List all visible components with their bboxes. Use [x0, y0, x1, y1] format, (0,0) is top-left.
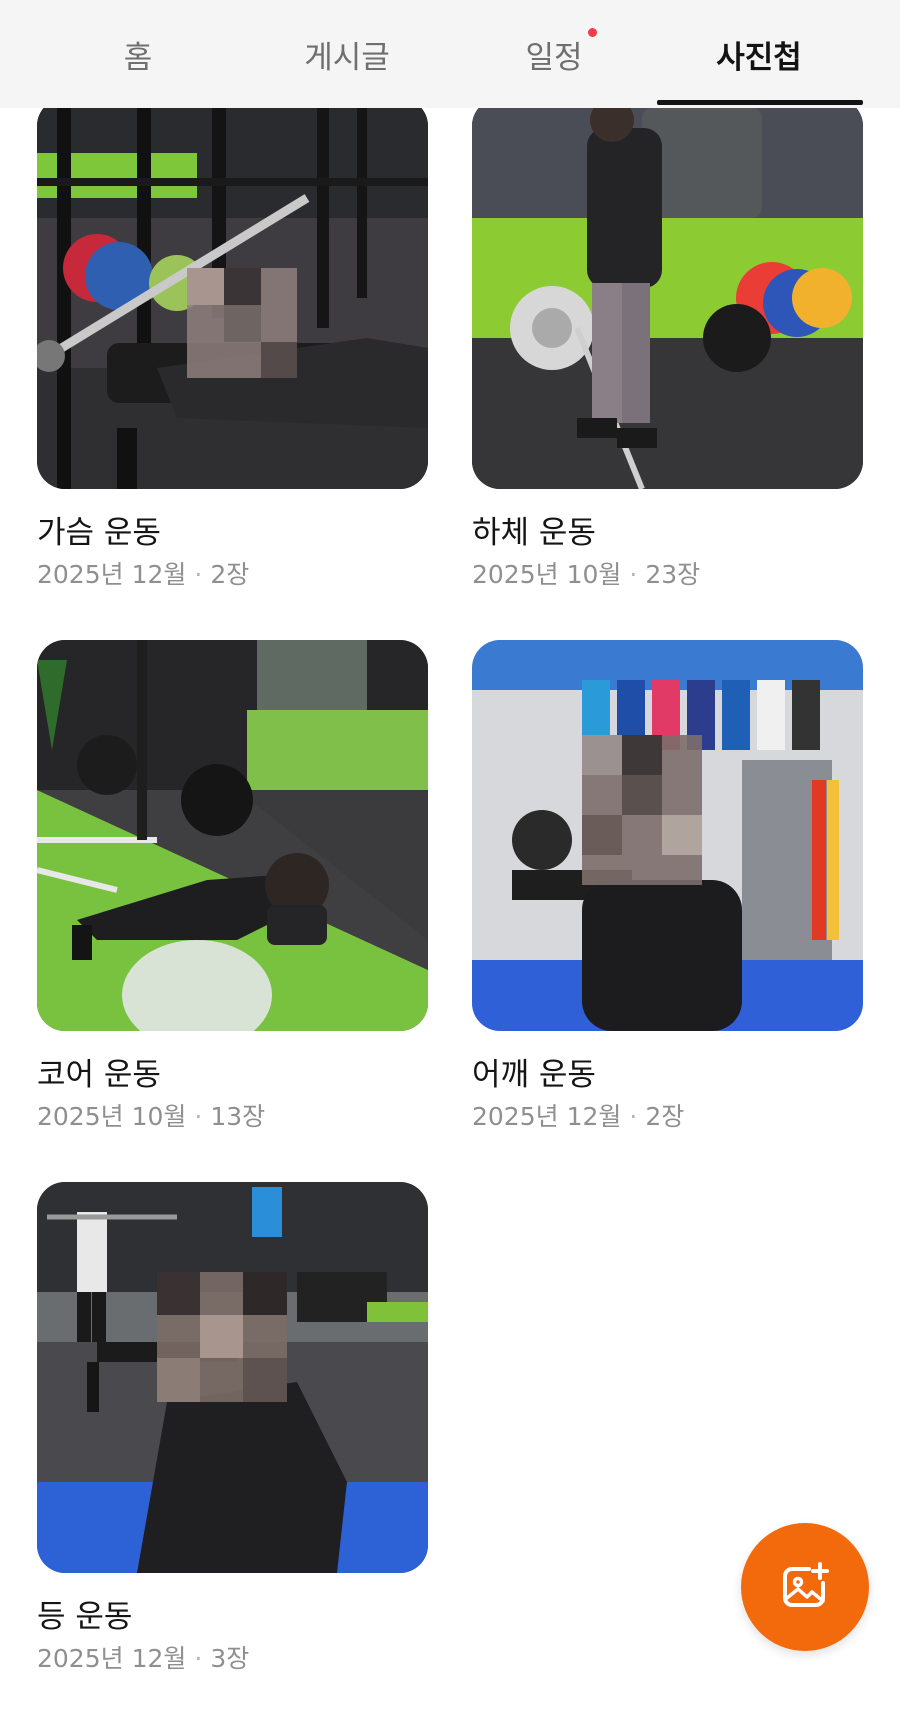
- meta-separator: ·: [194, 560, 203, 589]
- tab-photo-album-label: 사진첩: [716, 39, 802, 76]
- album-meta: 2025년 10월 · 13장: [37, 1099, 428, 1135]
- tab-schedule-label: 일정: [525, 39, 583, 76]
- album-title: 어깨 운동: [472, 1057, 596, 1093]
- album-card-lower-body[interactable]: 하체 운동 2025년 10월 · 23장: [472, 98, 863, 593]
- album-card-core[interactable]: 코어 운동 2025년 10월 · 13장: [37, 640, 428, 1135]
- album-count: 2장: [645, 1102, 685, 1131]
- album-thumbnail[interactable]: [37, 98, 428, 489]
- meta-separator: ·: [629, 560, 638, 589]
- album-thumbnail[interactable]: [37, 1182, 428, 1573]
- album-date: 2025년 12월: [37, 560, 187, 589]
- album-title: 등 운동: [37, 1599, 133, 1635]
- notification-dot: [588, 28, 597, 37]
- album-thumbnail[interactable]: [37, 640, 428, 1031]
- album-count: 2장: [210, 560, 250, 589]
- album-thumbnail[interactable]: [472, 640, 863, 1031]
- meta-separator: ·: [194, 1644, 203, 1673]
- album-date: 2025년 10월: [472, 560, 622, 589]
- tab-home[interactable]: 홈: [64, 0, 212, 108]
- album-title: 코어 운동: [37, 1057, 161, 1093]
- album-count: 3장: [210, 1644, 250, 1673]
- meta-separator: ·: [629, 1102, 638, 1131]
- album-card-chest[interactable]: 가슴 운동 2025년 12월 · 2장: [37, 98, 428, 593]
- album-date: 2025년 10월: [37, 1102, 187, 1131]
- active-tab-indicator: [657, 100, 863, 105]
- tab-photo-album[interactable]: 사진첩: [680, 0, 838, 108]
- album-date: 2025년 12월: [37, 1644, 187, 1673]
- album-date: 2025년 12월: [472, 1102, 622, 1131]
- album-count: 23장: [645, 560, 701, 589]
- album-title: 하체 운동: [472, 515, 596, 551]
- add-photo-button[interactable]: [741, 1523, 869, 1651]
- tab-schedule[interactable]: 일정: [476, 0, 632, 108]
- album-meta: 2025년 12월 · 3장: [37, 1641, 428, 1677]
- tab-bar: 홈 게시글 일정 사진첩: [0, 0, 900, 108]
- album-title: 가슴 운동: [37, 515, 161, 551]
- add-photo-icon: [783, 1562, 829, 1607]
- tab-posts-label: 게시글: [304, 39, 390, 76]
- album-card-back[interactable]: 등 운동 2025년 12월 · 3장: [37, 1182, 428, 1677]
- album-meta: 2025년 10월 · 23장: [472, 557, 863, 593]
- tab-home-label: 홈: [123, 39, 153, 76]
- tab-posts[interactable]: 게시글: [264, 0, 430, 108]
- album-meta: 2025년 12월 · 2장: [472, 1099, 863, 1135]
- album-card-shoulder[interactable]: 어깨 운동 2025년 12월 · 2장: [472, 640, 863, 1135]
- meta-separator: ·: [194, 1102, 203, 1131]
- album-thumbnail[interactable]: [472, 98, 863, 489]
- album-meta: 2025년 12월 · 2장: [37, 557, 428, 593]
- album-count: 13장: [210, 1102, 266, 1131]
